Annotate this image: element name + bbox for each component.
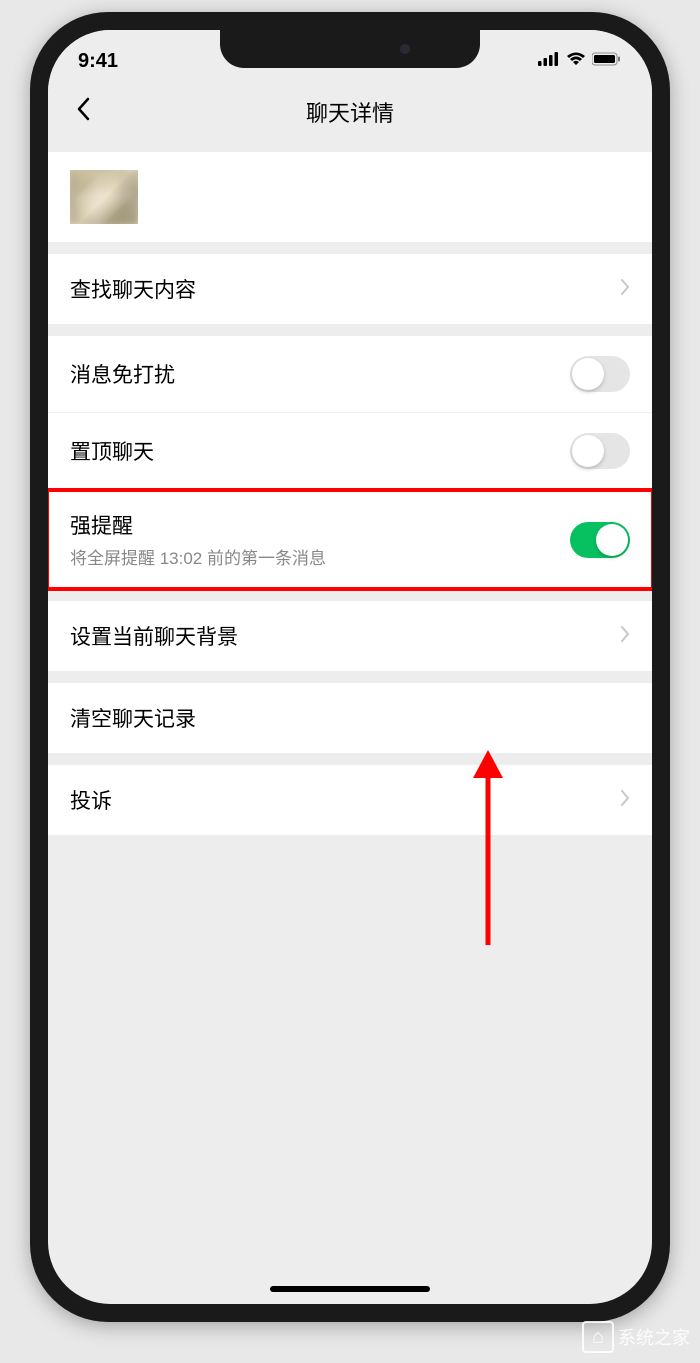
search-chat-content-item[interactable]: 查找聊天内容 [48,254,652,324]
report-section: 投诉 [48,765,652,835]
item-text-group: 强提醒 将全屏提醒 13:02 前的第一条消息 [70,510,326,569]
contact-avatar[interactable] [70,170,138,224]
phone-frame: 9:41 聊天详情 [30,12,670,1322]
status-time: 9:41 [78,50,118,73]
phone-notch [220,30,480,68]
toggles-section: 消息免打扰 置顶聊天 强提醒 将全屏提醒 13:02 前的第一条消息 [48,336,652,589]
sticky-toggle[interactable] [570,433,630,469]
item-label: 查找聊天内容 [70,274,196,304]
toggle-knob [572,358,604,390]
status-icons [538,52,622,71]
item-label: 清空聊天记录 [70,703,196,733]
toggle-knob [596,524,628,556]
item-label: 强提醒 [70,510,326,540]
clear-section: 清空聊天记录 [48,683,652,753]
chevron-left-icon [76,97,90,121]
chevron-right-icon [620,787,630,813]
avatar-row[interactable] [48,152,652,242]
clear-chat-history-item[interactable]: 清空聊天记录 [48,683,652,753]
phone-screen: 9:41 聊天详情 [48,30,652,1304]
wifi-icon [566,52,586,71]
toggle-knob [572,435,604,467]
item-label: 置顶聊天 [70,436,154,466]
strong-alert-toggle[interactable] [570,522,630,558]
chevron-right-icon [620,276,630,302]
signal-icon [538,52,560,71]
background-section: 设置当前聊天背景 [48,601,652,671]
report-item[interactable]: 投诉 [48,765,652,835]
nav-bar: 聊天详情 [48,82,652,142]
page-title: 聊天详情 [306,96,394,128]
mute-notifications-item: 消息免打扰 [48,336,652,413]
chevron-right-icon [620,623,630,649]
content-area: 查找聊天内容 消息免打扰 置顶聊天 [48,152,652,835]
watermark: ⌂ 系统之家 [582,1321,690,1353]
avatar-section [48,152,652,242]
sticky-on-top-item: 置顶聊天 [48,413,652,490]
item-label: 消息免打扰 [70,359,175,389]
search-section: 查找聊天内容 [48,254,652,324]
item-label: 投诉 [70,785,112,815]
mute-toggle[interactable] [570,356,630,392]
watermark-icon: ⌂ [582,1321,614,1353]
back-button[interactable] [68,95,98,129]
set-chat-background-item[interactable]: 设置当前聊天背景 [48,601,652,671]
item-sublabel: 将全屏提醒 13:02 前的第一条消息 [70,544,326,569]
item-label: 设置当前聊天背景 [70,621,238,651]
watermark-text: 系统之家 [618,1324,690,1350]
battery-icon [592,52,622,71]
home-indicator[interactable] [270,1286,430,1292]
strong-alert-item: 强提醒 将全屏提醒 13:02 前的第一条消息 [48,490,652,589]
